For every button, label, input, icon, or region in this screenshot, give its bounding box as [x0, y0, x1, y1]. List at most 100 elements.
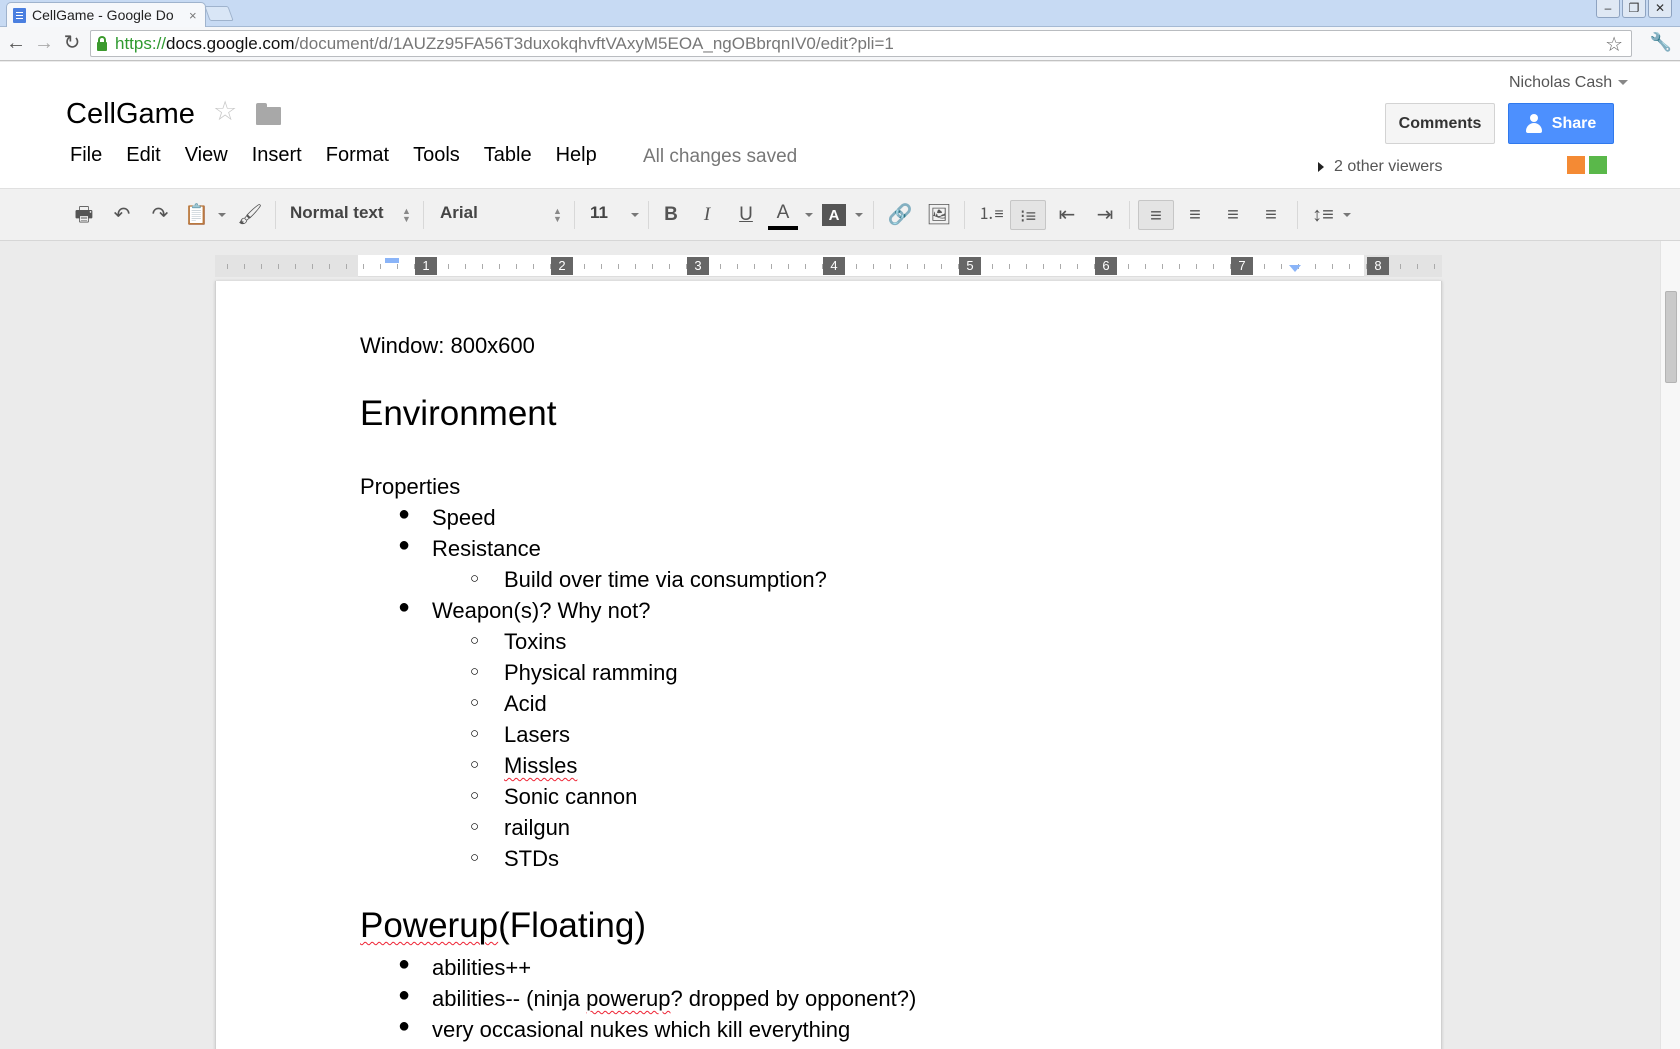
bullet-circle: ○ [470, 756, 480, 773]
ruler-tick [805, 264, 806, 269]
chevron-down-icon[interactable] [805, 213, 813, 217]
chevron-down-icon[interactable] [1343, 213, 1351, 217]
star-icon[interactable]: ☆ [213, 96, 237, 127]
print-icon[interactable]: 🖶 [70, 200, 98, 230]
font-size-select[interactable]: 11 [590, 203, 608, 223]
justify-icon[interactable]: ≡ [1256, 200, 1286, 230]
bullet-circle: ○ [470, 570, 480, 587]
menu-help[interactable]: Help [544, 144, 609, 167]
document-page[interactable]: Window: 800x600 Environment Properties ●… [215, 281, 1442, 1049]
back-arrow-icon[interactable]: ← [4, 31, 28, 55]
heading-powerup: Powerup(Floating) [360, 906, 646, 946]
bookmark-star-icon[interactable]: ☆ [1605, 32, 1623, 57]
chevron-down-icon[interactable] [631, 213, 639, 217]
align-right-icon[interactable]: ≡ [1218, 200, 1248, 230]
menu-table[interactable]: Table [472, 144, 544, 167]
increase-indent-icon[interactable]: ⇥ [1090, 200, 1120, 230]
account-menu[interactable]: Nicholas Cash [1509, 74, 1629, 92]
first-line-indent-marker[interactable] [385, 258, 399, 263]
list-item: Resistance [432, 536, 541, 561]
style-select[interactable]: Normal text [290, 203, 384, 223]
wrench-icon[interactable]: 🔧 [1650, 32, 1672, 53]
paste-icon[interactable]: 📋 [184, 200, 209, 230]
ruler-tick [465, 264, 466, 269]
ruler-tick [1332, 264, 1333, 269]
ruler-tick [1043, 264, 1044, 269]
menu-insert[interactable]: Insert [240, 144, 314, 167]
close-window-button[interactable]: ✕ [1648, 0, 1672, 18]
tab-close-icon[interactable]: × [189, 8, 197, 23]
ruler-tick [941, 264, 942, 269]
viewers-label: 2 other viewers [1334, 158, 1443, 175]
italic-button[interactable]: I [694, 200, 720, 230]
ruler-tick [1213, 264, 1214, 269]
viewer-avatar[interactable] [1589, 156, 1607, 174]
ruler-number: 8 [1367, 257, 1389, 275]
paint-format-icon[interactable]: 🖌 [236, 200, 264, 230]
bullet-dot: ● [398, 503, 411, 525]
ruler-tick [516, 264, 517, 269]
forward-arrow-icon[interactable]: → [32, 31, 56, 55]
ruler-tick [669, 264, 670, 269]
chevron-down-icon[interactable] [218, 213, 226, 217]
ruler-tick [278, 264, 279, 269]
share-label: Share [1551, 114, 1597, 132]
ruler-tick [244, 264, 245, 269]
redo-icon[interactable]: ↷ [146, 200, 174, 230]
scrollbar-thumb[interactable] [1665, 291, 1677, 383]
ruler-number: 7 [1231, 257, 1253, 275]
menu-format[interactable]: Format [314, 144, 401, 167]
right-indent-marker[interactable] [1289, 265, 1301, 272]
decrease-indent-icon[interactable]: ⇤ [1052, 200, 1082, 230]
updown-icon[interactable]: ▲ ▼ [553, 207, 562, 224]
insert-image-icon[interactable]: 🖼 [925, 200, 953, 230]
viewers-toggle[interactable]: 2 other viewers [1318, 158, 1443, 176]
ruler[interactable]: 1 2 3 4 5 6 7 8 [215, 255, 1442, 277]
chevron-down-icon[interactable] [855, 213, 863, 217]
toolbar-divider [574, 201, 575, 229]
updown-icon[interactable]: ▲ ▼ [402, 207, 411, 224]
ruler-tick [1060, 264, 1061, 269]
menu-edit[interactable]: Edit [114, 144, 172, 167]
bold-button[interactable]: B [658, 200, 684, 230]
list-item: Weapon(s)? Why not? [432, 598, 651, 623]
ruler-tick [618, 264, 619, 269]
underline-button[interactable]: U [733, 200, 759, 230]
ruler-tick [380, 264, 381, 269]
list-item: Toxins [504, 629, 567, 654]
user-name: Nicholas Cash [1509, 74, 1613, 91]
restore-button[interactable]: ❐ [1622, 0, 1646, 18]
new-tab-button[interactable] [204, 6, 234, 21]
toolbar-divider [1129, 201, 1130, 229]
align-center-icon[interactable]: ≡ [1180, 200, 1210, 230]
reload-icon[interactable]: ↻ [60, 31, 84, 55]
menu-file[interactable]: File [58, 144, 114, 167]
comments-button[interactable]: Comments [1385, 103, 1495, 144]
document-title[interactable]: CellGame [66, 98, 195, 131]
bullet-dot: ● [398, 953, 411, 975]
link-icon[interactable]: 🔗 [884, 200, 916, 230]
bulleted-list-icon[interactable]: ⁝≡ [1010, 200, 1046, 230]
toolbar-divider [873, 201, 874, 229]
share-button[interactable]: Share [1508, 103, 1614, 144]
align-left-icon[interactable]: ≡ [1138, 200, 1174, 230]
url-scheme: https:// [115, 33, 167, 53]
folder-icon[interactable] [256, 103, 281, 125]
menu-view[interactable]: View [173, 144, 240, 167]
viewer-avatar[interactable] [1567, 156, 1585, 174]
ruler-tick [227, 264, 228, 269]
vertical-scrollbar[interactable] [1660, 241, 1680, 1049]
minimize-button[interactable]: – [1596, 0, 1620, 18]
text-color-button[interactable]: A [768, 200, 798, 230]
list-item: Acid [504, 691, 547, 716]
heading-powerup-suffix: (Floating) [498, 906, 646, 945]
undo-icon[interactable]: ↶ [108, 200, 136, 230]
font-select[interactable]: Arial [440, 203, 478, 223]
highlight-color-button[interactable]: A [822, 204, 846, 226]
browser-tab[interactable]: CellGame - Google Do × [6, 2, 206, 27]
line-spacing-icon[interactable]: ↕≡ [1308, 200, 1338, 230]
address-bar[interactable]: https://docs.google.com/document/d/1AUZz… [90, 30, 1632, 57]
numbered-list-icon[interactable]: ⒈≡ [976, 200, 1006, 230]
ruler-tick [907, 264, 908, 269]
menu-tools[interactable]: Tools [401, 144, 472, 167]
